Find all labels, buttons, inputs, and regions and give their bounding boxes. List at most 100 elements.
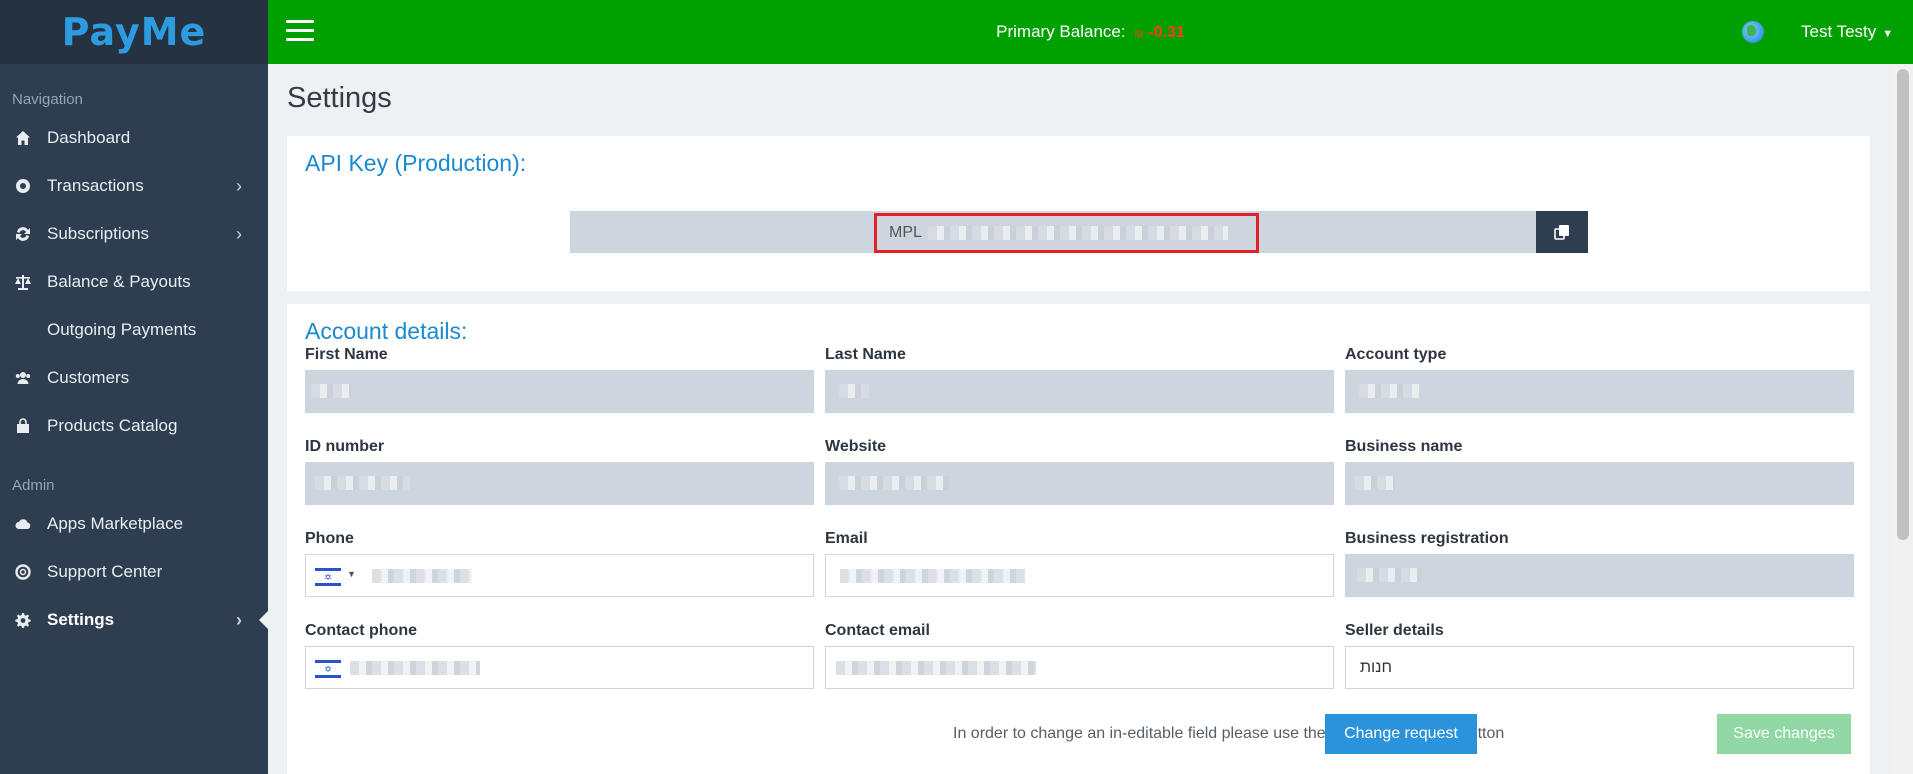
copy-icon <box>1554 225 1569 240</box>
phone-field[interactable]: ✡ ▼ <box>305 554 814 597</box>
globe-icon[interactable] <box>1742 21 1764 43</box>
business-registration-label: Business registration <box>1345 530 1509 547</box>
sidebar-item-customers[interactable]: Customers <box>0 354 268 402</box>
api-key-redacted <box>927 226 1228 240</box>
nav-section-navigation: Navigation <box>12 90 83 108</box>
contact-phone-field[interactable]: ✡ <box>305 646 814 689</box>
phone-label: Phone <box>305 530 354 547</box>
redacted-value <box>1359 384 1419 398</box>
sidebar-item-subscriptions[interactable]: Subscriptions › <box>0 210 268 258</box>
chevron-right-icon: › <box>236 609 242 630</box>
change-request-button[interactable]: Change request <box>1325 714 1477 754</box>
israel-flag-icon[interactable]: ✡ <box>315 568 341 586</box>
id-number-field <box>305 462 814 505</box>
sidebar-item-label: Outgoing Payments <box>47 320 197 339</box>
subscriptions-icon <box>14 225 32 243</box>
scrollbar[interactable] <box>1893 64 1913 774</box>
scroll-thumb[interactable] <box>1897 69 1909 540</box>
business-name-label: Business name <box>1345 438 1463 455</box>
users-icon <box>14 369 32 387</box>
last-name-field <box>825 370 1334 413</box>
website-label: Website <box>825 438 887 455</box>
redacted-value <box>839 476 949 490</box>
main-content: Settings API Key (Production): MPL Accou… <box>268 64 1893 774</box>
website-field <box>825 462 1334 505</box>
caret-down-icon[interactable]: ▼ <box>347 569 356 579</box>
last-name-label: Last Name <box>825 346 906 363</box>
sidebar-item-label: Settings <box>47 610 115 629</box>
copy-button[interactable] <box>1536 211 1588 253</box>
sidebar-item-label: Subscriptions <box>47 224 150 243</box>
redacted-value <box>1355 476 1395 490</box>
payme-logo[interactable]: PayMe <box>62 10 207 54</box>
sidebar-item-balance-payouts[interactable]: Balance & Payouts <box>0 258 268 306</box>
lifebuoy-icon <box>14 563 32 581</box>
sidebar-item-support-center[interactable]: Support Center <box>0 548 268 596</box>
logo-bar: PayMe <box>0 0 268 64</box>
redacted-value <box>840 569 1025 583</box>
bag-icon <box>14 417 32 435</box>
chevron-right-icon: › <box>236 175 242 196</box>
sidebar-item-label: Dashboard <box>47 128 131 147</box>
account-type-field <box>1345 370 1854 413</box>
api-key-prefix: MPL <box>889 224 922 241</box>
redacted-value <box>350 661 480 675</box>
balance-currency: ₪ <box>1134 28 1144 40</box>
sidebar-item-label: Apps Marketplace <box>47 514 184 533</box>
business-registration-field <box>1345 554 1854 597</box>
id-number-label: ID number <box>305 438 385 455</box>
api-key-field[interactable]: MPL <box>570 211 1588 253</box>
contact-email-label: Contact email <box>825 622 930 639</box>
seller-details-label: Seller details <box>1345 622 1444 639</box>
redacted-value <box>311 384 351 398</box>
user-name: Test Testy <box>1801 22 1877 41</box>
sidebar: PayMe Navigation Dashboard Transactions … <box>0 0 268 774</box>
account-details-card: Account details: First Name Last Name Ac… <box>287 304 1870 774</box>
sidebar-item-label: Balance & Payouts <box>47 272 191 291</box>
email-label: Email <box>825 530 868 547</box>
sidebar-item-apps-marketplace[interactable]: Apps Marketplace <box>0 500 268 548</box>
contact-email-field[interactable] <box>825 646 1334 689</box>
account-type-label: Account type <box>1345 346 1447 363</box>
sidebar-item-label: Customers <box>47 368 130 387</box>
sidebar-item-outgoing-payments[interactable]: Outgoing Payments <box>0 306 268 354</box>
nav-section-admin: Admin <box>12 476 55 494</box>
api-key-value[interactable]: MPL <box>874 213 1259 253</box>
email-field[interactable] <box>825 554 1334 597</box>
sidebar-item-settings[interactable]: Settings › <box>0 596 268 644</box>
gear-icon <box>14 611 32 629</box>
balance-label: Primary Balance: <box>996 22 1126 41</box>
api-key-title: API Key (Production): <box>305 150 527 176</box>
redacted-value <box>315 476 410 490</box>
business-name-field <box>1345 462 1854 505</box>
cloud-icon <box>14 515 32 533</box>
top-bar: Primary Balance: ₪ -0.31 Test Testy ▼ <box>268 0 1913 64</box>
israel-flag-icon[interactable]: ✡ <box>315 660 341 678</box>
first-name-field <box>305 370 814 413</box>
transactions-icon <box>14 177 32 195</box>
active-indicator <box>259 611 268 629</box>
redacted-value <box>1357 568 1422 582</box>
contact-phone-label: Contact phone <box>305 622 417 639</box>
sidebar-item-transactions[interactable]: Transactions › <box>0 162 268 210</box>
save-changes-button[interactable]: Save changes <box>1717 714 1851 754</box>
seller-details-value: חנות <box>1360 659 1392 676</box>
sidebar-item-label: Products Catalog <box>47 416 178 435</box>
home-icon <box>14 129 32 147</box>
primary-balance: Primary Balance: ₪ -0.31 <box>268 22 1913 42</box>
sidebar-item-products-catalog[interactable]: Products Catalog <box>0 402 268 450</box>
user-menu[interactable]: Test Testy ▼ <box>1801 22 1893 42</box>
redacted-value <box>839 384 869 398</box>
api-key-card: API Key (Production): MPL <box>287 136 1870 291</box>
page-title: Settings <box>287 82 392 114</box>
redacted-value <box>836 661 1036 675</box>
account-details-title: Account details: <box>305 318 468 344</box>
sidebar-item-label: Support Center <box>47 562 163 581</box>
caret-down-icon: ▼ <box>1882 28 1894 40</box>
sidebar-item-dashboard[interactable]: Dashboard <box>0 114 268 162</box>
balance-value: -0.31 <box>1148 24 1185 41</box>
seller-details-field[interactable]: חנות <box>1345 646 1854 689</box>
chevron-right-icon: › <box>236 223 242 244</box>
redacted-value <box>372 569 472 583</box>
sidebar-item-label: Transactions <box>47 176 144 195</box>
